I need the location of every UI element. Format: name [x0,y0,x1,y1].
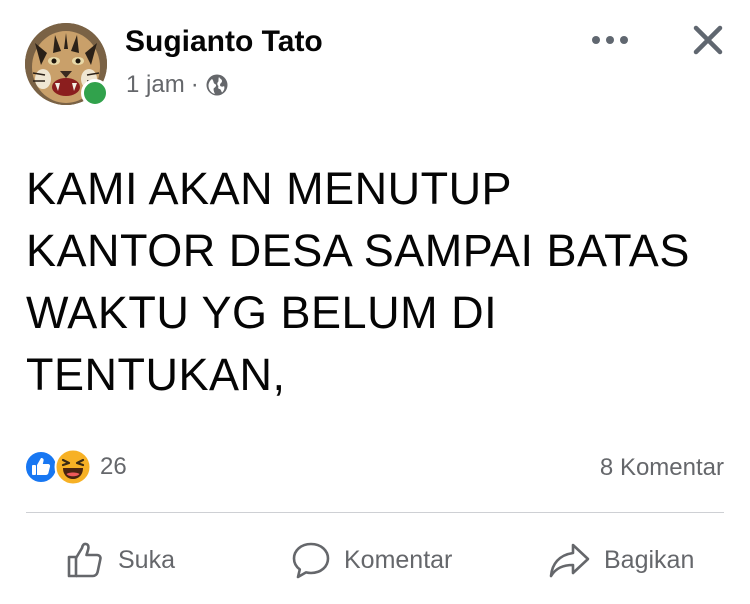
share-button[interactable]: Bagikan [548,534,694,586]
post-card: Sugianto Tato 1 jam · KAMI AKAN MENUTUP … [0,0,750,604]
post-time[interactable]: 1 jam [126,70,185,100]
comment-count-link[interactable]: 8 Komentar [600,454,724,482]
close-icon [693,25,723,55]
comment-button[interactable]: Komentar [290,534,452,586]
meta-separator: · [190,71,199,98]
post-meta: 1 jam · [126,70,229,100]
close-button[interactable] [686,18,730,62]
divider [26,512,724,513]
reaction-icons [24,448,94,486]
haha-reaction-icon [54,448,92,486]
like-button-label: Suka [118,545,175,574]
reaction-count: 26 [100,453,127,480]
reactions-summary[interactable]: 26 [24,448,127,486]
comment-button-label: Komentar [344,545,453,574]
more-dots-icon [592,36,628,44]
thumbs-up-icon [67,542,102,578]
like-button[interactable]: Suka [64,534,175,586]
avatar[interactable] [25,23,109,107]
share-arrow-icon [549,543,590,578]
post-text: KAMI AKAN MENUTUP KANTOR DESA SAMPAI BAT… [26,163,690,400]
more-options-button[interactable] [588,24,632,56]
share-button-label: Bagikan [604,545,695,574]
globe-icon[interactable] [205,73,229,97]
author-name[interactable]: Sugianto Tato [125,24,323,60]
like-reaction-icon [24,450,58,484]
online-status-indicator [81,79,109,107]
comment-bubble-icon [292,542,330,579]
